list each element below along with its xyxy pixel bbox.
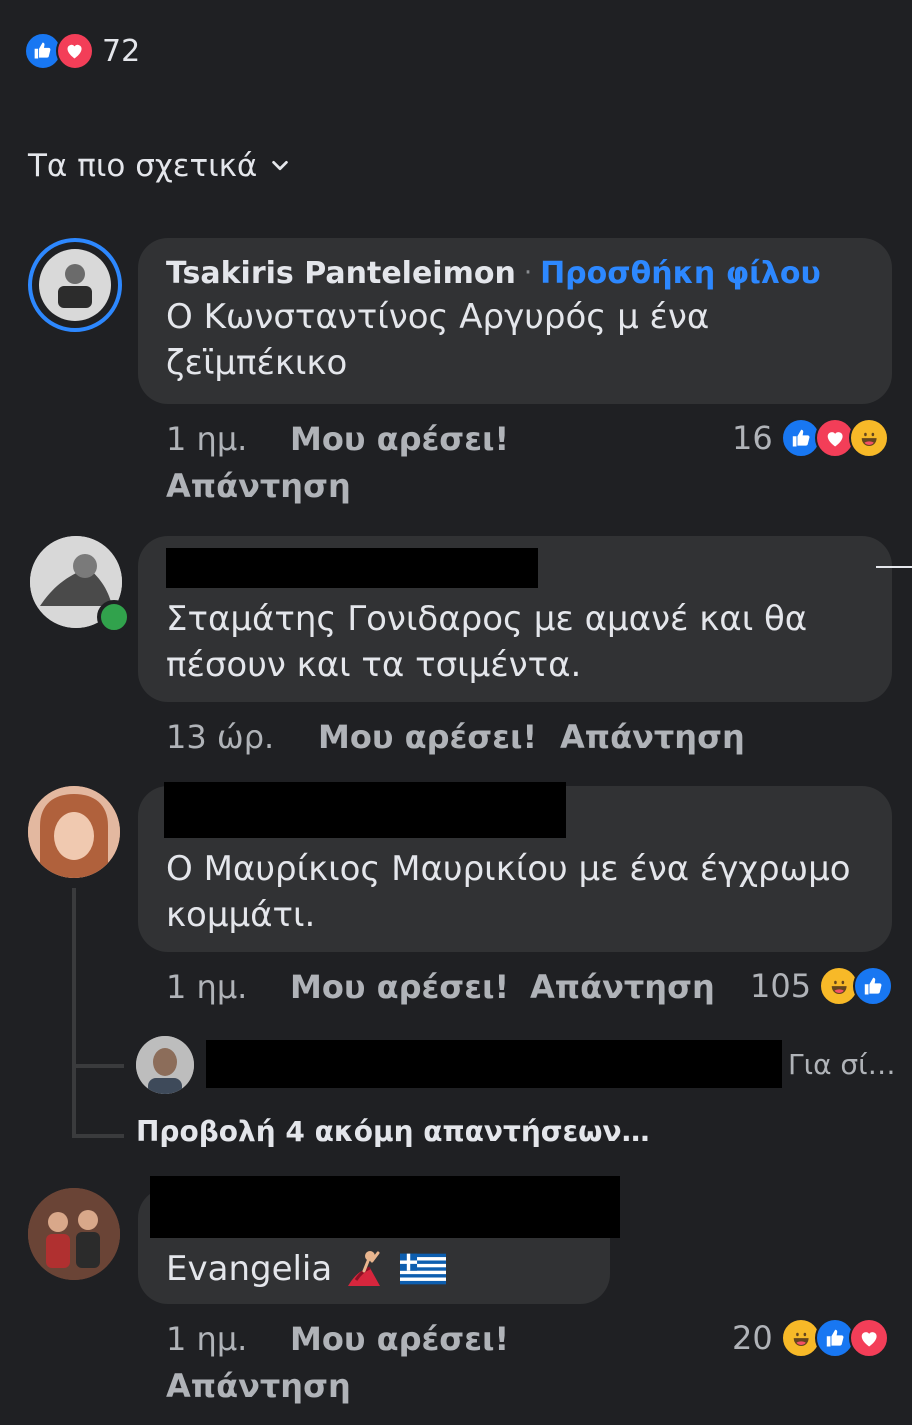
redacted-reply — [206, 1040, 782, 1088]
comment-reactions[interactable]: 105 — [750, 966, 894, 1006]
avatar[interactable] — [28, 786, 120, 878]
profile-photo — [28, 786, 120, 878]
redacted-author — [166, 548, 538, 588]
reply-button[interactable]: Απάντηση — [560, 718, 745, 756]
comment-time[interactable]: 1 ημ. — [166, 968, 247, 1006]
chevron-down-icon — [272, 160, 289, 171]
comment-text: Ο Μαυρίκιος Μαυρικίου με ένα έγχρωμο — [166, 849, 851, 889]
online-status-dot — [97, 600, 131, 634]
redacted-author — [150, 1176, 620, 1238]
reaction-count: 20 — [732, 1319, 773, 1357]
profile-photo — [39, 249, 111, 321]
profile-photo — [136, 1036, 194, 1094]
sort-dropdown[interactable]: Τα πιο σχετικά — [28, 148, 291, 184]
like-button[interactable]: Μου αρέσει! — [290, 420, 509, 458]
reply-button[interactable]: Απάντηση — [166, 1367, 351, 1405]
profile-photo — [28, 1188, 120, 1280]
dancer-emoji — [348, 1251, 381, 1286]
comments-screen: 72 Τα πιο σχετικά Tsakiris Panteleimon ·… — [0, 0, 912, 1425]
avatar[interactable] — [28, 1188, 120, 1280]
greek-flag-emoji — [400, 1253, 447, 1285]
add-friend-link[interactable]: Προσθήκη φίλου — [540, 256, 821, 291]
haha-icon — [848, 418, 889, 458]
reaction-summary[interactable]: 72 — [24, 32, 140, 70]
comment-bubble: Tsakiris Panteleimon · Προσθήκη φίλου Ο … — [138, 238, 892, 404]
like-button[interactable]: Μου αρέσει! — [290, 1320, 509, 1358]
like-icon — [853, 966, 894, 1006]
like-button[interactable]: Μου αρέσει! — [318, 718, 537, 756]
thread-line — [72, 1134, 124, 1138]
comment-text: Evangelia — [166, 1249, 333, 1289]
reply-preview-text[interactable]: Για σί… — [788, 1048, 896, 1081]
comment-text: πέσουν και τα τσιμέντα. — [166, 645, 582, 685]
comment-text: ζεϊμπέκικο — [166, 343, 348, 383]
view-more-replies-link[interactable]: Προβολή 4 ακόμη απαντήσεων… — [136, 1115, 650, 1148]
reaction-count: 72 — [102, 33, 141, 69]
reply-button[interactable]: Απάντηση — [530, 968, 715, 1006]
like-button[interactable]: Μου αρέσει! — [290, 968, 509, 1006]
love-icon — [848, 1318, 889, 1358]
divider — [876, 566, 912, 568]
comment-text: κομμάτι. — [166, 895, 316, 935]
reply-button[interactable]: Απάντηση — [166, 467, 351, 505]
thread-line — [72, 1064, 124, 1068]
reply-avatar[interactable] — [136, 1036, 194, 1094]
love-icon — [56, 32, 94, 70]
reaction-count: 105 — [750, 967, 812, 1005]
avatar[interactable] — [28, 238, 122, 332]
comment-author[interactable]: Tsakiris Panteleimon — [166, 256, 516, 291]
comment-time[interactable]: 1 ημ. — [166, 420, 247, 458]
comment-reactions[interactable]: 20 — [732, 1318, 889, 1358]
comment-time[interactable]: 1 ημ. — [166, 1320, 247, 1358]
thread-line — [72, 888, 76, 1138]
comment-text: Ο Κωνσταντίνος Αργυρός μ ένα — [166, 297, 710, 337]
sort-label: Τα πιο σχετικά — [28, 148, 258, 184]
comment-time[interactable]: 13 ώρ. — [166, 718, 274, 756]
reaction-count: 16 — [732, 419, 773, 457]
separator-dot: · — [523, 258, 533, 288]
comment-text: Σταμάτης Γονιδαρος με αμανέ και θα — [166, 599, 808, 639]
redacted-author — [164, 782, 566, 838]
comment-reactions[interactable]: 16 — [732, 418, 889, 458]
